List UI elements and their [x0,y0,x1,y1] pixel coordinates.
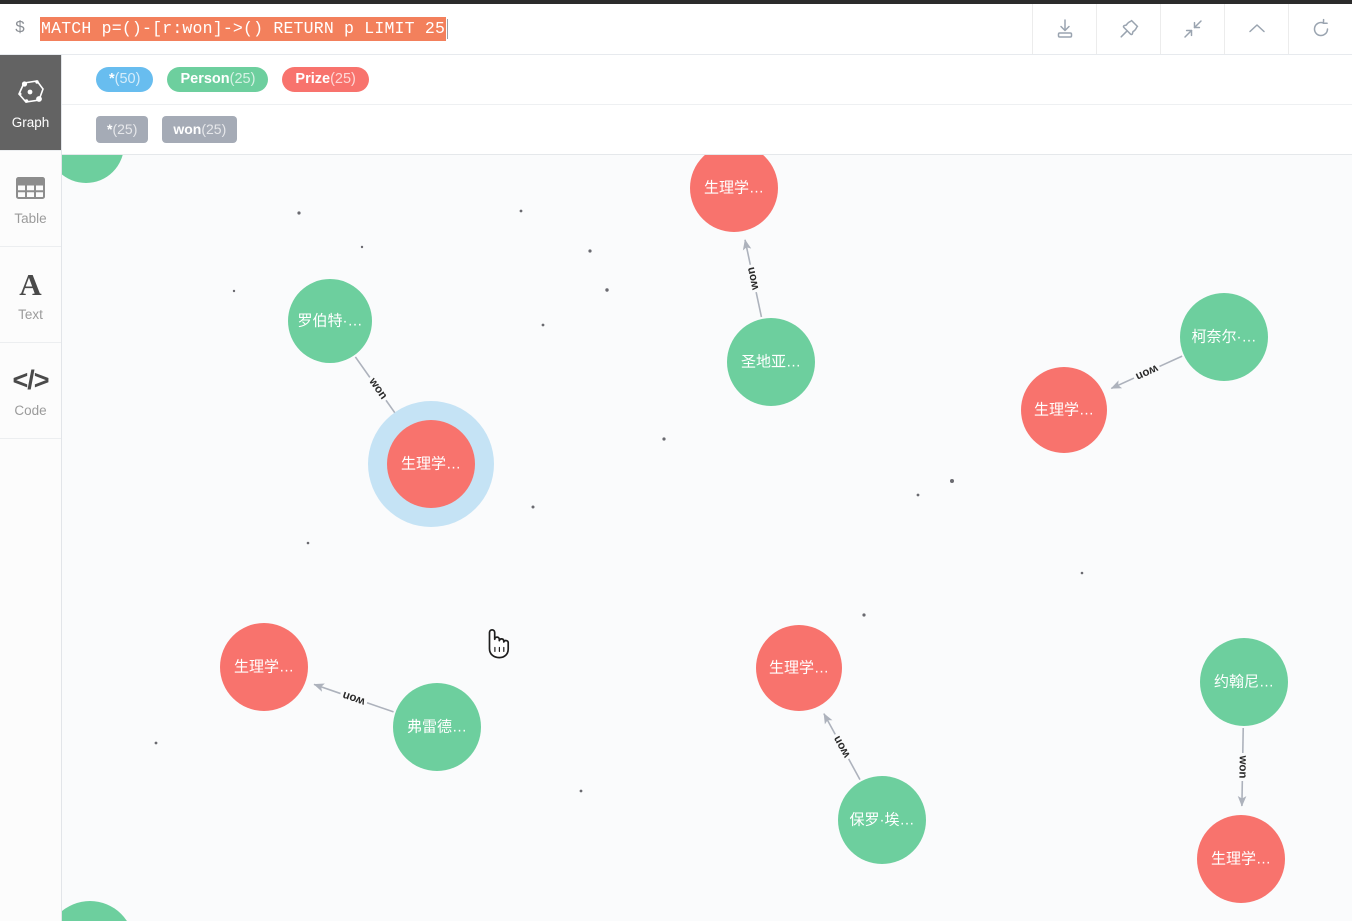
graph-node-person[interactable]: 柯奈尔·… [1180,293,1268,381]
text-icon: A [19,266,42,302]
legend-pill-prize[interactable]: Prize (25) [282,66,369,93]
relationship-legend-row: * (25) won (25) [62,105,1352,155]
query-bar: $ MATCH p=()-[r:won]->() RETURN p LIMIT … [0,4,1352,55]
graph-node-prize[interactable]: 生理学… [220,623,308,711]
view-sidebar: Graph Table A Text </> Code [0,55,62,921]
graph-node-person[interactable]: 约翰尼… [1200,638,1288,726]
prompt-sigil: $ [14,18,26,38]
legend-pill-label: Prize [295,70,331,87]
legend-pill-count: (25) [229,70,256,87]
download-icon[interactable] [1032,4,1096,54]
relationship-label: won [1236,754,1248,778]
graph-node-prize[interactable]: 生理学… [1197,815,1285,903]
sidebar-item-label: Table [14,211,47,227]
legend-pill-all-relationships[interactable]: * (25) [96,116,149,143]
text-caret [447,19,449,39]
chevron-up-icon[interactable] [1224,4,1288,54]
relationship-label: won [745,266,762,292]
graph-node-person[interactable]: 保罗·埃… [838,776,926,864]
graph-node-prize[interactable]: 生理学… [690,155,778,232]
legend-pill-person[interactable]: Person (25) [167,66,269,93]
sidebar-item-label: Code [14,403,47,419]
graph-node-person[interactable]: 圣地亚… [727,318,815,406]
legend-pill-count: (50) [114,70,141,87]
refresh-icon[interactable] [1288,4,1352,54]
query-editor[interactable]: MATCH p=()-[r:won]->() RETURN p LIMIT 25 [40,4,1032,54]
table-icon [15,171,46,205]
legend-pill-label: Person [180,70,230,87]
graph-icon [15,75,47,109]
graph-node-prize[interactable]: 生理学… [756,625,842,711]
sidebar-item-table[interactable]: Table [0,151,61,247]
node-layer: 罗伯特·… 生理学… 生理学… 圣地亚… 柯奈尔·… 生理学… 生理学… 弗雷德… 生理学… 保罗… [62,155,1288,921]
pin-icon[interactable] [1096,4,1160,54]
graph-canvas[interactable]: won won won won won won 罗伯特·… 生理学… 生理学… 圣地亚… 柯奈尔·… [62,155,1352,921]
sidebar-item-graph[interactable]: Graph [0,55,61,151]
graph-node-person[interactable] [62,901,134,921]
legend-panel: * (50) Person (25) Prize (25) * (25) won (25) [62,55,1352,155]
relationship-label: won [1134,362,1161,383]
sidebar-item-label: Graph [11,115,50,131]
legend-pill-all-nodes[interactable]: * (50) [96,66,154,93]
node-legend-row: * (50) Person (25) Prize (25) [62,55,1352,105]
sidebar-item-text[interactable]: A Text [0,247,61,343]
relationship-label: won [831,734,853,761]
contract-icon[interactable] [1160,4,1224,54]
legend-pill-won[interactable]: won (25) [162,116,238,143]
sidebar-item-label: Text [18,307,43,323]
graph-node-person[interactable]: 弗雷德… [393,683,481,771]
legend-pill-count: (25) [112,121,138,137]
sidebar-item-code[interactable]: </> Code [0,343,61,439]
graph-node-prize[interactable]: 生理学… [1021,367,1107,453]
query-text[interactable]: MATCH p=()-[r:won]->() RETURN p LIMIT 25 [40,17,447,41]
legend-pill-count: (25) [201,121,227,137]
graph-node-prize[interactable]: 生理学… [368,401,494,527]
graph-node-person[interactable] [62,155,124,183]
code-icon: </> [12,364,49,395]
graph-node-person[interactable]: 罗伯特·… [288,279,372,363]
relationship-label: won [366,375,390,402]
query-toolbar [1032,4,1352,54]
legend-pill-count: (25) [330,70,356,87]
graph-visualization[interactable]: won won won won won won 罗伯特·… 生理学… 生理学… 圣地亚… 柯奈尔·… [62,155,1352,921]
relationship-label: won [341,689,368,708]
legend-pill-label: won [173,121,202,137]
